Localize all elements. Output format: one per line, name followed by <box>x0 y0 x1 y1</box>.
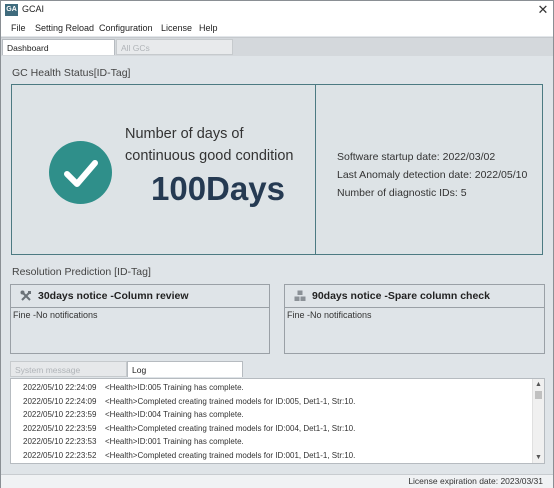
log-entry: 2022/05/10 22:23:59 <Health>ID:004 Traini… <box>23 410 244 419</box>
boxes-icon <box>294 290 306 301</box>
log-message: <Health>Completed creating trained model… <box>105 423 356 433</box>
menu-setting-reload[interactable]: Setting Reload <box>35 23 94 33</box>
log-timestamp: 2022/05/10 22:24:09 <box>23 383 97 392</box>
spare-column-title: 90days notice -Spare column check <box>312 290 490 302</box>
log-entry: 2022/05/10 22:23:53 <Health>ID:001 Traini… <box>23 437 244 446</box>
log-message: <Health>ID:005 Training has complete. <box>105 383 244 392</box>
log-message: <Health>Completed creating trained model… <box>105 396 356 406</box>
close-button[interactable]: ✕ <box>533 1 553 19</box>
good-condition-label-line1: Number of days of <box>125 126 244 142</box>
panel-divider <box>315 85 316 254</box>
diagnostic-id-count: Number of diagnostic IDs: 5 <box>337 187 467 199</box>
log-message: <Health>ID:001 Training has complete. <box>105 437 244 446</box>
log-entry: 2022/05/10 22:24:09 <Health>ID:005 Traini… <box>23 383 244 392</box>
spare-column-card: 90days notice -Spare column check Fine -… <box>284 284 545 354</box>
menu-configuration[interactable]: Configuration <box>99 23 153 33</box>
good-condition-label-line2: continuous good condition <box>125 148 294 164</box>
menu-license[interactable]: License <box>161 23 192 33</box>
software-startup-date: Software startup date: 2022/03/02 <box>337 151 496 163</box>
dashboard-content: GC Health Status[ID-Tag] Number of days … <box>1 56 553 474</box>
spare-column-header: 90days notice -Spare column check <box>285 285 544 308</box>
app-logo-icon: GA <box>5 4 18 16</box>
tab-system-message[interactable]: System message <box>10 361 127 377</box>
log-scrollbar[interactable]: ▲ ▼ <box>532 379 544 463</box>
column-review-card: 30days notice -Column review Fine -No no… <box>10 284 270 354</box>
title-bar: GA GCAI ✕ <box>1 1 553 20</box>
app-window: GA GCAI ✕ File Setting Reload Configurat… <box>0 0 554 488</box>
log-entry: 2022/05/10 22:23:59 <Health>Completed cre… <box>23 424 355 433</box>
health-section-title: GC Health Status[ID-Tag] <box>12 67 131 79</box>
menu-file[interactable]: File <box>11 23 26 33</box>
log-tab-bar: System message Log <box>10 361 243 378</box>
good-condition-label: Number of days of continuous good condit… <box>125 123 315 167</box>
scroll-thumb[interactable] <box>535 391 542 399</box>
log-list[interactable]: 2022/05/10 22:24:09 <Health>ID:005 Traini… <box>10 378 545 464</box>
health-status-panel: Number of days of continuous good condit… <box>11 84 543 255</box>
window-title: GCAI <box>22 4 45 14</box>
status-bar: License expiration date: 2023/03/31 <box>1 474 553 488</box>
tab-dashboard[interactable]: Dashboard <box>2 39 115 55</box>
log-timestamp: 2022/05/10 22:23:53 <box>23 437 97 446</box>
log-entry: 2022/05/10 22:24:09 <Health>Completed cre… <box>23 397 355 406</box>
checkmark-circle-icon <box>49 141 112 204</box>
last-anomaly-date: Last Anomaly detection date: 2022/05/10 <box>337 169 528 181</box>
license-expiration: License expiration date: 2023/03/31 <box>408 476 543 486</box>
column-review-status: Fine -No notifications <box>13 310 98 320</box>
tab-all-gcs[interactable]: All GCs <box>116 39 233 55</box>
log-message: <Health>Completed creating trained model… <box>105 450 356 460</box>
main-tab-bar: Dashboard All GCs <box>1 37 553 56</box>
log-timestamp: 2022/05/10 22:23:59 <box>23 410 97 419</box>
menu-bar: File Setting Reload Configuration Licens… <box>1 20 553 36</box>
scroll-down-arrow-icon[interactable]: ▼ <box>535 454 542 461</box>
good-condition-days: 100Days <box>151 170 285 207</box>
log-message: <Health>ID:004 Training has complete. <box>105 410 244 419</box>
column-review-header: 30days notice -Column review <box>11 285 269 308</box>
prediction-section-title: Resolution Prediction [ID-Tag] <box>12 266 151 278</box>
menu-help[interactable]: Help <box>199 23 218 33</box>
log-timestamp: 2022/05/10 22:23:59 <box>23 423 97 433</box>
spare-column-status: Fine -No notifications <box>287 310 372 320</box>
log-timestamp: 2022/05/10 22:24:09 <box>23 396 97 406</box>
scroll-up-arrow-icon[interactable]: ▲ <box>535 381 542 388</box>
tab-log[interactable]: Log <box>127 361 243 377</box>
column-review-title: 30days notice -Column review <box>38 290 189 302</box>
log-entry: 2022/05/10 22:23:52 <Health>Completed cre… <box>23 451 355 460</box>
tools-icon <box>20 290 31 301</box>
log-timestamp: 2022/05/10 22:23:52 <box>23 450 97 460</box>
